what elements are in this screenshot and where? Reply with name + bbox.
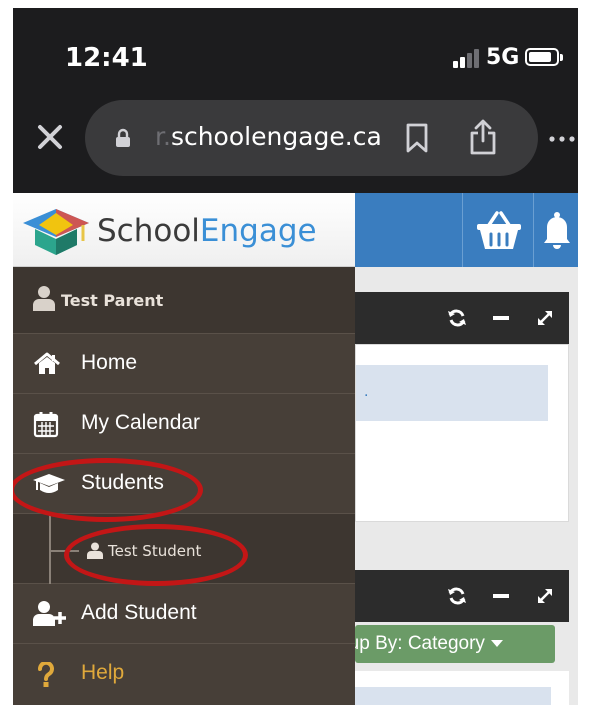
group-by-button[interactable]: Group By: Category bbox=[355, 625, 555, 663]
home-icon bbox=[34, 352, 60, 374]
bell-icon bbox=[544, 212, 570, 249]
sidebar-item-students[interactable]: Students bbox=[13, 454, 355, 514]
notice-box: . bbox=[356, 365, 548, 421]
expand-icon bbox=[538, 311, 552, 325]
cart-button[interactable] bbox=[462, 193, 534, 267]
expand-button[interactable] bbox=[523, 292, 567, 344]
sidebar-label: Test Student bbox=[108, 542, 202, 560]
minimize-icon bbox=[493, 316, 509, 320]
refresh-button[interactable] bbox=[435, 292, 479, 344]
logo-school: School bbox=[97, 213, 200, 249]
caret-down-icon bbox=[490, 640, 503, 648]
user-icon bbox=[87, 542, 103, 559]
expand-button[interactable] bbox=[523, 570, 567, 622]
signal-icon bbox=[453, 48, 481, 68]
minimize-button[interactable] bbox=[479, 292, 523, 344]
add-user-icon bbox=[33, 601, 66, 626]
url-text[interactable]: r.schoolengage.ca bbox=[155, 122, 382, 151]
sidebar-label: Home bbox=[81, 351, 138, 374]
sidebar-item-home[interactable]: Home bbox=[13, 334, 355, 394]
site-header: SchoolEngage bbox=[13, 193, 578, 267]
expand-icon bbox=[538, 589, 552, 603]
share-icon[interactable] bbox=[468, 118, 498, 156]
user-name: Test Parent bbox=[61, 291, 164, 310]
refresh-icon bbox=[448, 309, 466, 327]
sidebar-item-help[interactable]: Help bbox=[13, 644, 355, 705]
minimize-icon bbox=[493, 594, 509, 598]
sidebar-label: My Calendar bbox=[81, 411, 201, 434]
calendar-icon bbox=[33, 412, 59, 438]
refresh-button[interactable] bbox=[435, 570, 479, 622]
sidebar-menu: Test Parent Home My Calendar Students Te… bbox=[13, 267, 355, 705]
basket-icon bbox=[477, 211, 521, 249]
phone-screen: 12:41 5G r.schoolengage.ca SchoolEngage … bbox=[13, 8, 578, 705]
site-logo[interactable]: SchoolEngage bbox=[13, 193, 355, 267]
status-time: 12:41 bbox=[65, 43, 148, 73]
address-bar[interactable]: r.schoolengage.ca bbox=[85, 100, 538, 176]
refresh-icon bbox=[448, 587, 466, 605]
url-prefix: r. bbox=[155, 122, 171, 151]
status-bar: 12:41 5G bbox=[13, 8, 578, 98]
more-icon[interactable] bbox=[548, 135, 578, 143]
sidebar-item-add-student[interactable]: Add Student bbox=[13, 584, 355, 644]
group-by-label: Group By: Category bbox=[355, 633, 485, 654]
notifications-button[interactable] bbox=[534, 193, 578, 267]
battery-icon bbox=[525, 48, 563, 66]
question-icon bbox=[38, 662, 54, 687]
widget-toolbar-2 bbox=[355, 570, 569, 622]
close-icon[interactable] bbox=[35, 122, 65, 152]
url-domain: schoolengage.ca bbox=[170, 122, 382, 151]
notice-box-2 bbox=[355, 687, 551, 705]
tree-branch bbox=[49, 550, 79, 552]
sidebar-user[interactable]: Test Parent bbox=[13, 267, 355, 334]
logo-text: SchoolEngage bbox=[97, 213, 317, 249]
network-label: 5G bbox=[486, 45, 520, 70]
graduation-cap-icon bbox=[33, 474, 65, 493]
logo-engage: Engage bbox=[199, 213, 317, 249]
sidebar-label: Help bbox=[81, 661, 125, 684]
sidebar-item-calendar[interactable]: My Calendar bbox=[13, 394, 355, 454]
user-icon bbox=[33, 286, 55, 311]
tree-line bbox=[49, 514, 51, 584]
sidebar-label: Add Student bbox=[81, 601, 197, 624]
notice-text: . bbox=[364, 383, 369, 400]
web-page: SchoolEngage . p By: Category Test Paren… bbox=[13, 193, 578, 705]
graduation-cap-logo-icon bbox=[23, 209, 89, 255]
widget-body-1: . bbox=[355, 344, 569, 522]
sidebar-item-test-student[interactable]: Test Student bbox=[13, 514, 355, 584]
widget-body-2 bbox=[355, 671, 569, 705]
widget-toolbar-1 bbox=[355, 292, 569, 344]
bookmark-icon[interactable] bbox=[405, 122, 429, 154]
minimize-button[interactable] bbox=[479, 570, 523, 622]
lock-icon bbox=[116, 128, 130, 147]
sidebar-label: Students bbox=[81, 471, 164, 494]
